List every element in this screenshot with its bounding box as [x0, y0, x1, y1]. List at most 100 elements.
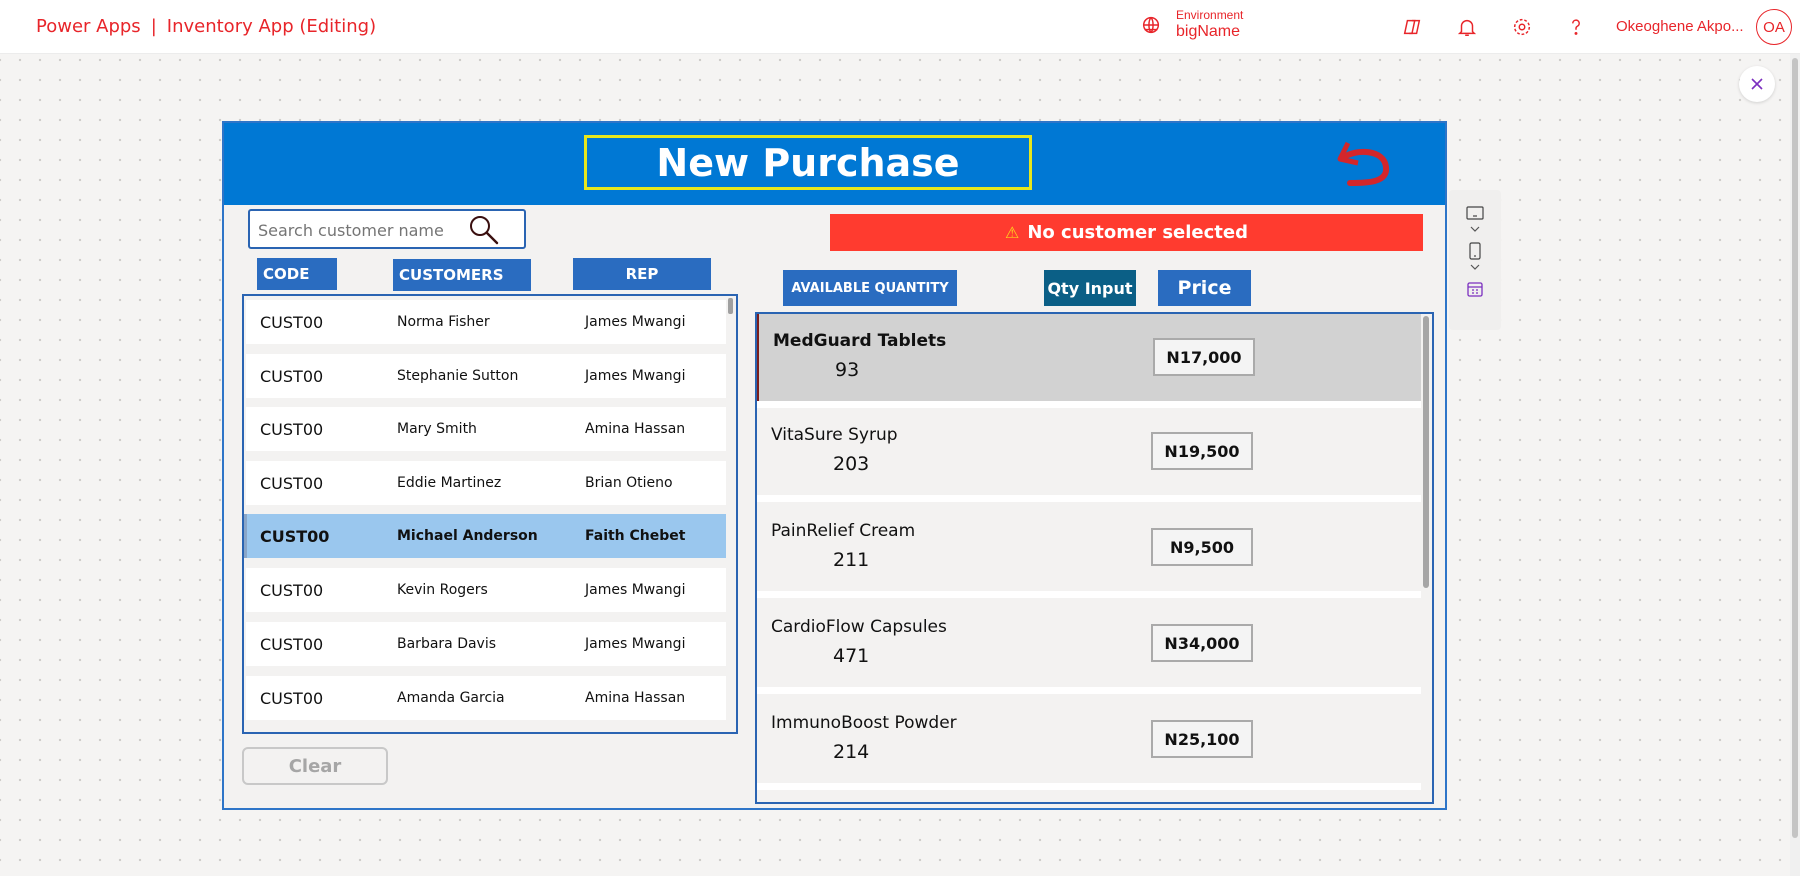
customer-rep: Amina Hassan [585, 690, 686, 706]
close-button[interactable] [1739, 66, 1775, 102]
screen-header: New Purchase [224, 123, 1445, 205]
title-separator: | [150, 16, 157, 37]
list-item[interactable]: PainRelief Cream 211 N9,500 [757, 504, 1421, 591]
header-available-quantity[interactable]: AVAILABLE QUANTITY [783, 270, 957, 306]
header-customers[interactable]: CUSTOMERS [393, 259, 531, 291]
customers-scrollbar[interactable] [728, 298, 733, 314]
warning-icon: ⚠ [1005, 223, 1020, 242]
customer-rep: Faith Chebet [585, 528, 686, 544]
status-alert: ⚠ No customer selected [830, 214, 1423, 251]
header-code[interactable]: CODE [257, 258, 337, 290]
product-quantity: 93 [835, 359, 860, 381]
tablet-layout-icon[interactable] [1465, 204, 1485, 222]
header-qty-input[interactable]: Qty Input [1044, 270, 1136, 306]
search-box [248, 209, 526, 249]
app-canvas: New Purchase CODE CUSTOMERS REP CUST00 N… [222, 121, 1447, 810]
globe-icon [1142, 16, 1160, 34]
customer-name: Norma Fisher [397, 314, 490, 330]
page-scrollbar-thumb[interactable] [1792, 58, 1798, 838]
list-item[interactable]: CardioFlow Capsules 471 N34,000 [757, 600, 1421, 687]
row-divider [757, 687, 1421, 694]
undo-icon[interactable] [1336, 137, 1396, 193]
product-quantity: 471 [833, 645, 870, 667]
customer-code: CUST00 [260, 366, 324, 386]
customer-code: CUST00 [260, 688, 324, 708]
environment-name: bigName [1176, 23, 1241, 40]
row-divider [757, 783, 1421, 790]
product-quantity: 214 [833, 741, 870, 763]
header-rep[interactable]: REP [573, 258, 711, 290]
environment-label: Environment [1176, 8, 1244, 22]
product-price: N34,000 [1151, 624, 1253, 662]
top-bar: Power Apps | Inventory App (Editing) Envir… [0, 0, 1800, 54]
list-item[interactable]: CUST00 Norma Fisher James Mwangi [246, 300, 726, 344]
list-item[interactable]: CUST00 Barbara Davis James Mwangi [246, 622, 726, 666]
list-item-selected[interactable]: MedGuard Tablets 93 N17,000 [757, 314, 1421, 401]
list-item[interactable]: VitaSure Syrup 203 N19,500 [757, 408, 1421, 495]
products-scrollbar[interactable] [1423, 316, 1429, 588]
device-toolbar [1449, 190, 1501, 330]
search-input[interactable] [258, 219, 458, 241]
list-item[interactable]: ImmunoBoost Powder 214 N25,100 [757, 696, 1421, 783]
app-name: Inventory App (Editing) [166, 16, 377, 37]
product-price: N19,500 [1151, 432, 1253, 470]
phone-layout-icon[interactable] [1465, 242, 1485, 260]
customer-rep: Amina Hassan [585, 421, 686, 437]
list-item[interactable]: CUST00 Mary Smith Amina Hassan [246, 407, 726, 451]
list-item[interactable]: CUST00 Stephanie Sutton James Mwangi [246, 354, 726, 398]
search-icon[interactable] [466, 213, 502, 247]
customer-rep: Brian Otieno [585, 475, 673, 491]
product-name: CardioFlow Capsules [771, 617, 947, 637]
list-item[interactable]: CUST00 Kevin Rogers James Mwangi [246, 568, 726, 612]
close-icon [1751, 78, 1763, 90]
copilot-icon[interactable] [1400, 15, 1424, 39]
help-icon[interactable] [1564, 15, 1588, 39]
product-price: N17,000 [1153, 338, 1255, 376]
customer-name: Mary Smith [397, 421, 477, 437]
header-price[interactable]: Price [1158, 270, 1251, 306]
calendar-layout-icon[interactable] [1465, 280, 1485, 298]
product-name: ImmunoBoost Powder [771, 713, 957, 733]
customer-code: CUST00 [260, 526, 330, 546]
list-item[interactable]: CUST00 Amanda Garcia Amina Hassan [246, 676, 726, 720]
row-divider [757, 495, 1421, 502]
environment-picker[interactable]: Environment bigName [1140, 8, 1243, 42]
customer-code: CUST00 [260, 634, 324, 654]
avatar[interactable]: OA [1756, 9, 1792, 45]
app-title: Power Apps | Inventory App (Editing) [36, 16, 376, 37]
customer-rep: James Mwangi [585, 314, 686, 330]
row-divider [757, 591, 1421, 598]
customer-name: Michael Anderson [397, 528, 538, 544]
chevron-down-icon[interactable] [1465, 222, 1485, 236]
product-price: N25,100 [1151, 720, 1253, 758]
product-name: VitaSure Syrup [771, 425, 898, 445]
alert-text: No customer selected [1027, 222, 1248, 243]
customer-name: Stephanie Sutton [397, 368, 519, 384]
list-item[interactable]: CUST00 Eddie Martinez Brian Otieno [246, 461, 726, 505]
product-quantity: 203 [833, 453, 870, 475]
row-divider [757, 401, 1421, 408]
customer-rep: James Mwangi [585, 582, 686, 598]
chevron-down-icon[interactable] [1465, 260, 1485, 274]
clear-button[interactable]: Clear [242, 747, 388, 785]
customer-name: Amanda Garcia [397, 690, 505, 706]
user-name[interactable]: Okeoghene Akpo... [1616, 18, 1744, 35]
customer-name: Barbara Davis [397, 636, 497, 652]
customer-code: CUST00 [260, 312, 324, 332]
gear-icon[interactable] [1510, 15, 1534, 39]
page-title[interactable]: New Purchase [584, 135, 1032, 190]
product-name: PainRelief Cream [771, 521, 916, 541]
customer-rep: James Mwangi [585, 368, 686, 384]
customer-code: CUST00 [260, 580, 324, 600]
list-item-selected[interactable]: CUST00 Michael Anderson Faith Chebet [244, 514, 726, 558]
product-price: N9,500 [1151, 528, 1253, 566]
customers-gallery: CUST00 Norma Fisher James Mwangi CUST00 … [242, 294, 738, 734]
customer-code: CUST00 [260, 473, 324, 493]
product-name: MedGuard Tablets [773, 331, 947, 351]
products-gallery: MedGuard Tablets 93 N17,000 VitaSure Syr… [755, 312, 1434, 804]
customer-name: Eddie Martinez [397, 475, 502, 491]
customer-rep: James Mwangi [585, 636, 686, 652]
brand-label[interactable]: Power Apps [36, 16, 141, 37]
bell-icon[interactable] [1455, 15, 1479, 39]
customer-name: Kevin Rogers [397, 582, 488, 598]
